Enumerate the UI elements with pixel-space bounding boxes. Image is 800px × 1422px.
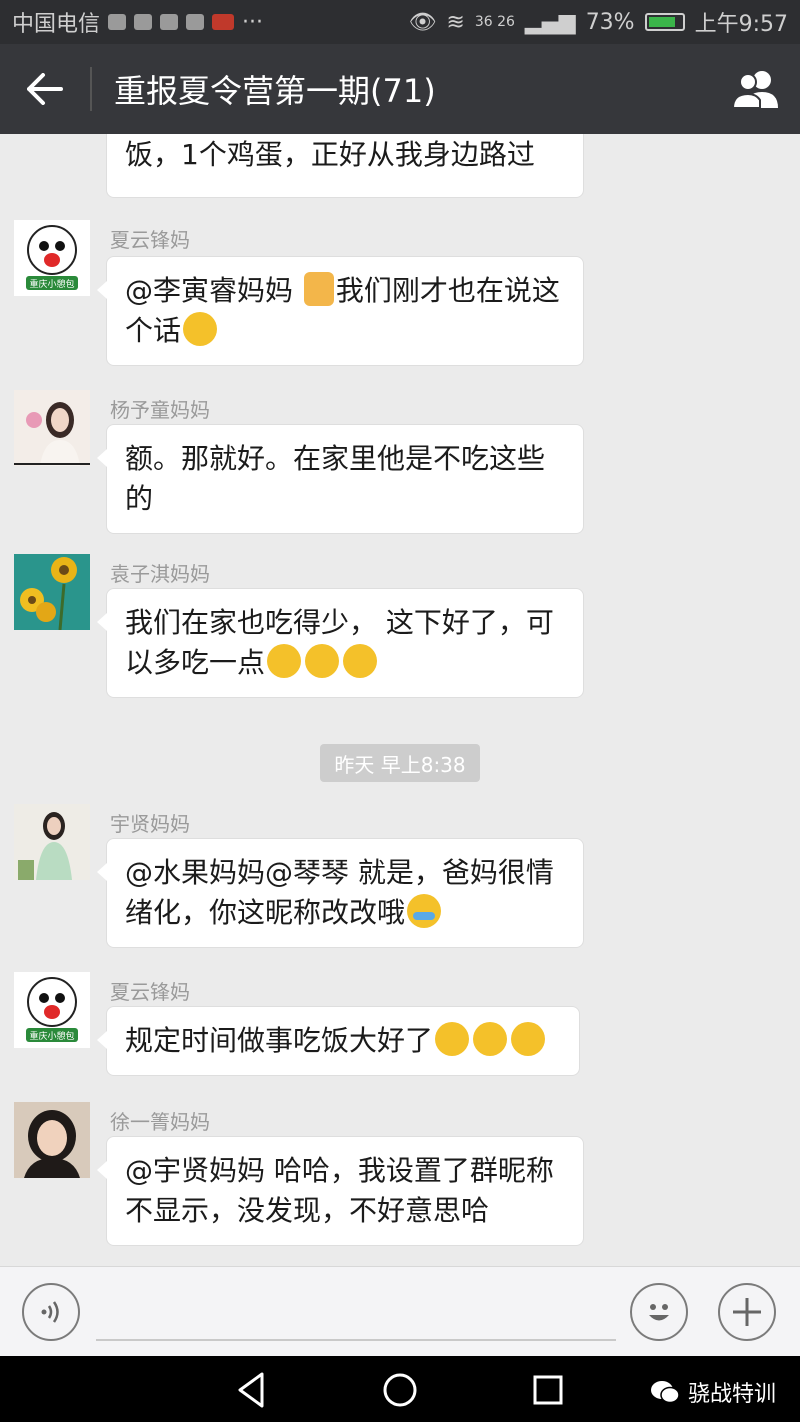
- watermark: 骁战特训: [650, 1376, 776, 1408]
- giggle-emoji-icon: [305, 644, 340, 678]
- smiley-icon: [649, 1304, 669, 1321]
- wifi-icon: ≋: [446, 9, 465, 35]
- chat-message-list[interactable]: 饭，1个鸡蛋，正好从我身边路过 重庆小憩包 夏云锋妈 @李寅睿妈妈 我们刚才也在…: [0, 134, 800, 1266]
- system-nav-bar: 骁战特训: [0, 1356, 800, 1422]
- sender-name: 夏云锋妈: [110, 980, 190, 1004]
- timestamp-divider: 昨天 早上8:38: [320, 744, 480, 782]
- battery-percent: 73%: [585, 9, 635, 35]
- message-bubble[interactable]: 额。那就好。在家里他是不吃这些的: [97, 424, 584, 534]
- plus-icon: [733, 1298, 761, 1326]
- chat-title: 重报夏令营第一期(71): [114, 72, 436, 110]
- message-bubble[interactable]: @宇贤妈妈 哈哈，我设置了群昵称不显示，没发现，不好意思哈: [97, 1136, 584, 1246]
- sender-name: 夏云锋妈: [110, 228, 190, 252]
- back-arrow-icon: [27, 73, 63, 105]
- voice-wave-icon: [41, 1301, 59, 1323]
- mention-text: @李寅睿妈妈: [125, 274, 302, 307]
- sender-name: 杨予童妈妈: [110, 398, 210, 422]
- nav-home-icon[interactable]: [378, 1368, 422, 1412]
- giggle-emoji-icon: [343, 644, 378, 678]
- giggle-emoji-icon: [511, 1022, 546, 1056]
- message-bubble[interactable]: @水果妈妈@琴琴 就是，爸妈很情绪化，你这昵称改改哦: [97, 838, 584, 948]
- woman-photo-icon: [14, 1102, 90, 1178]
- battery-icon: [644, 13, 685, 31]
- avatar[interactable]: [14, 390, 90, 466]
- nav-recents-icon[interactable]: [526, 1368, 570, 1412]
- message-text: @水果妈妈@琴琴 就是，爸妈很情绪化，你这昵称改改哦: [125, 856, 554, 929]
- nav-back-icon[interactable]: [230, 1368, 274, 1412]
- cartoon-avatar-icon: 重庆小憩包: [26, 977, 78, 1042]
- message-input[interactable]: [96, 1339, 616, 1341]
- woman-photo-icon: [14, 804, 90, 880]
- back-button[interactable]: [0, 44, 90, 134]
- laugh-cry-emoji-icon: [407, 894, 442, 928]
- status-bar: 中国电信 ··· 👁 ≋ 36 26 ▂▄▆ 73% 上午9:57: [0, 0, 800, 44]
- eye-icon: 👁: [408, 9, 437, 35]
- title-bar: 重报夏令营第一期(71): [0, 44, 800, 134]
- sender-name: 徐一箐妈妈: [110, 1110, 210, 1134]
- avatar[interactable]: [14, 554, 90, 630]
- message-text: 规定时间做事吃饭大好了: [125, 1024, 434, 1057]
- svg-text:重庆小憩包: 重庆小憩包: [29, 1030, 74, 1042]
- emoji-button[interactable]: [630, 1283, 688, 1341]
- group-members-button[interactable]: [730, 68, 782, 110]
- notification-icon: [108, 14, 127, 30]
- more-actions-button[interactable]: [718, 1283, 776, 1341]
- message-text: 额。那就好。在家里他是不吃这些的: [125, 442, 546, 515]
- message-text: 饭，1个鸡蛋，正好从我身边路过: [125, 138, 535, 171]
- notification-icon: [160, 14, 179, 30]
- woman-photo-icon: [14, 390, 90, 466]
- message-text: 我们在家也吃得少， 这下好了，可以多吃一点: [125, 606, 554, 679]
- notification-icon: [134, 14, 153, 30]
- sender-name: 袁子淇妈妈: [110, 562, 210, 586]
- clock: 上午9:57: [694, 12, 788, 37]
- avatar[interactable]: [14, 804, 90, 880]
- signal-icon: ▂▄▆: [524, 9, 576, 35]
- notification-icon: [212, 14, 235, 30]
- grin-emoji-icon: [183, 312, 218, 346]
- message-text: @宇贤妈妈 哈哈，我设置了群昵称不显示，没发现，不好意思哈: [125, 1154, 554, 1227]
- message-bubble[interactable]: 饭，1个鸡蛋，正好从我身边路过: [106, 134, 584, 198]
- message-bubble[interactable]: @李寅睿妈妈 我们刚才也在说这个话: [97, 256, 584, 366]
- thumbs-up-emoji-icon: [303, 272, 334, 306]
- cartoon-avatar-icon: 重庆小憩包: [26, 225, 78, 290]
- sunflower-photo-icon: [14, 554, 90, 630]
- giggle-emoji-icon: [267, 644, 302, 678]
- more-notifications-icon: ···: [242, 9, 263, 35]
- carrier-label: 中国电信: [12, 12, 101, 37]
- giggle-emoji-icon: [473, 1022, 508, 1056]
- input-bar: [0, 1266, 800, 1356]
- avatar[interactable]: [14, 1102, 90, 1178]
- notification-icon: [186, 14, 205, 30]
- title-divider: [90, 67, 92, 111]
- message-bubble[interactable]: 规定时间做事吃饭大好了: [97, 1006, 580, 1076]
- network-label: 36 26: [474, 14, 515, 30]
- voice-button[interactable]: [22, 1283, 80, 1341]
- giggle-emoji-icon: [435, 1022, 470, 1056]
- avatar[interactable]: 重庆小憩包: [14, 220, 90, 296]
- sender-name: 宇贤妈妈: [110, 812, 190, 836]
- message-bubble[interactable]: 我们在家也吃得少， 这下好了，可以多吃一点: [97, 588, 584, 698]
- watermark-text: 骁战特训: [687, 1382, 776, 1407]
- svg-text:重庆小憩包: 重庆小憩包: [29, 278, 74, 290]
- group-members-icon: [731, 71, 778, 109]
- avatar[interactable]: 重庆小憩包: [14, 972, 90, 1048]
- wechat-logo-icon: [650, 1381, 680, 1404]
